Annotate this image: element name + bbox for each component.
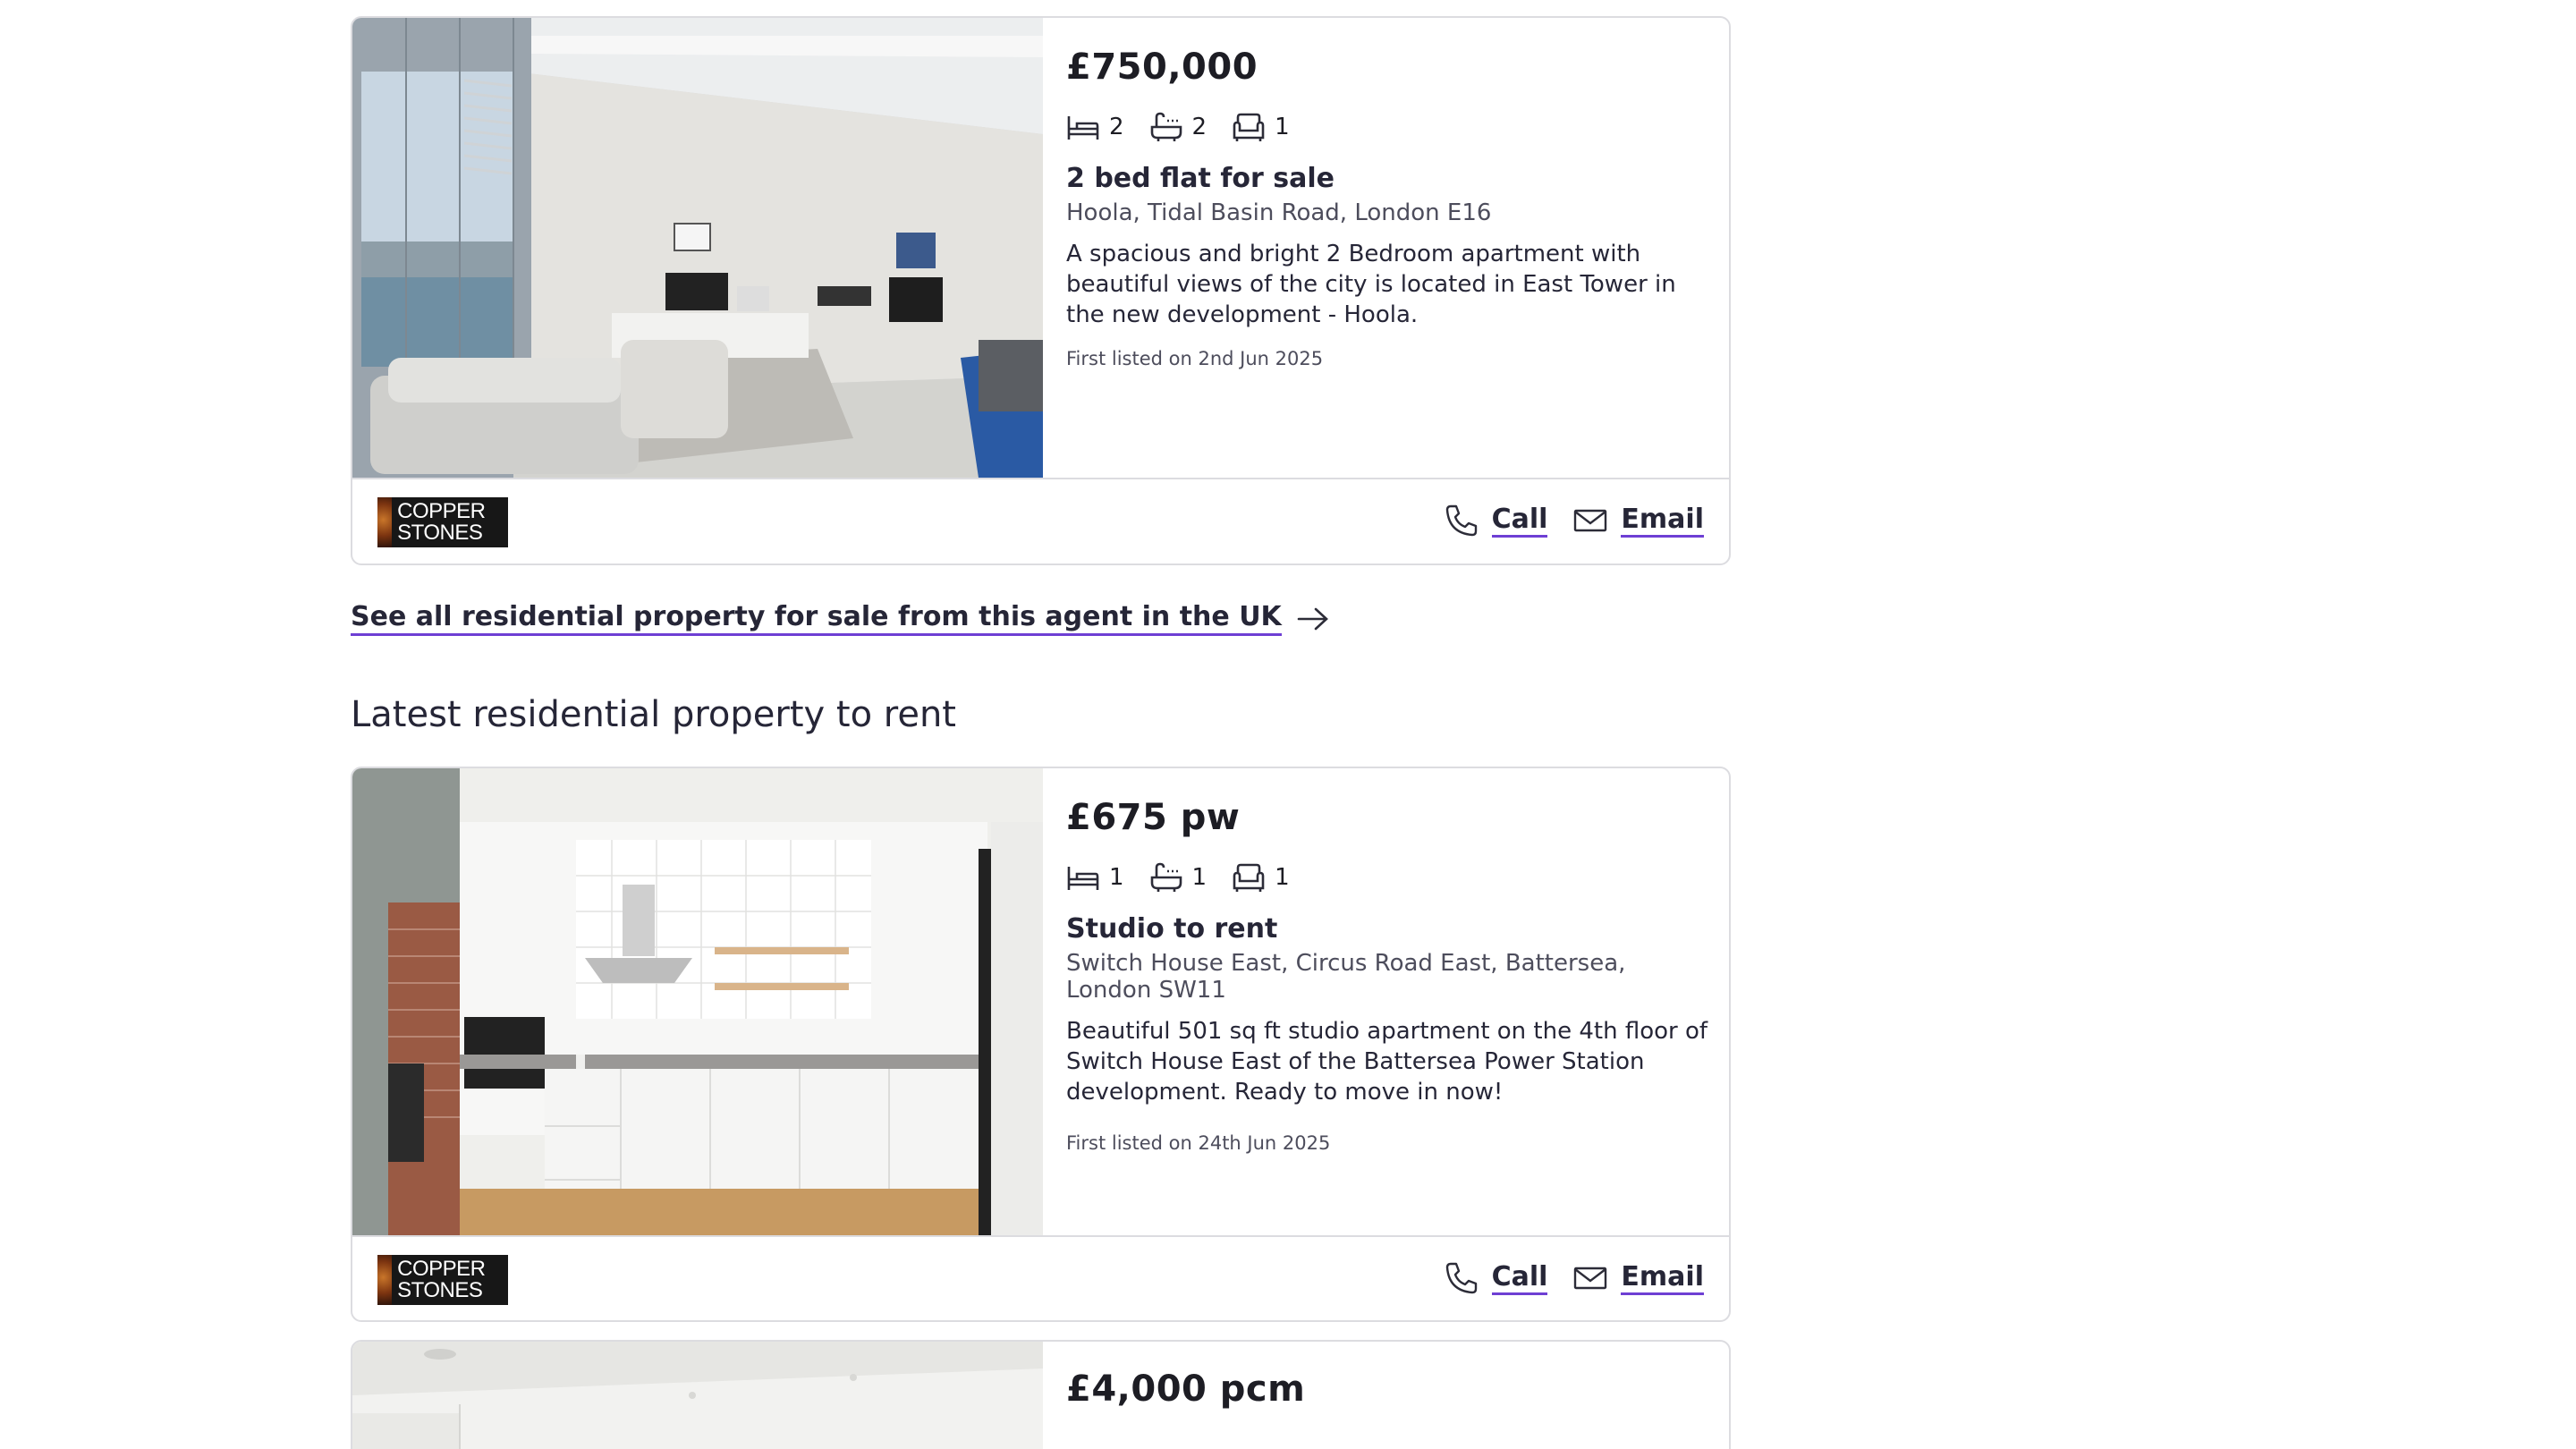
property-card[interactable]: £750,000 2 2 1 2 bed flat for sale Hoola…	[351, 16, 1731, 565]
baths-count: 2	[1191, 114, 1208, 140]
email-label: Email	[1621, 1261, 1704, 1295]
property-address: Switch House East, Circus Road East, Bat…	[1066, 950, 1626, 1004]
property-price: £675 pw	[1066, 797, 1241, 838]
property-price: £750,000	[1066, 47, 1258, 88]
agent-logo[interactable]: COPPER STONES	[377, 497, 508, 547]
phone-icon	[1445, 1262, 1477, 1294]
agent-logo-mark	[377, 1255, 393, 1305]
baths-feature: 1	[1149, 861, 1208, 894]
see-all-agent-link[interactable]: See all residential property for sale fr…	[351, 601, 1330, 636]
see-all-agent-label: See all residential property for sale fr…	[351, 601, 1282, 636]
listed-date: First listed on 2nd Jun 2025	[1066, 348, 1324, 369]
phone-icon	[1445, 504, 1477, 537]
kitchen-photo	[352, 768, 1043, 1235]
call-label: Call	[1491, 1261, 1548, 1295]
bath-icon	[1150, 862, 1182, 892]
property-card[interactable]: £675 pw 1 1 1 Studio to rent Switch Hous…	[351, 767, 1731, 1322]
living-room-photo	[352, 18, 1043, 478]
email-button[interactable]: Email	[1572, 1260, 1704, 1296]
contact-actions: Call Email	[1444, 1260, 1704, 1296]
bed-icon	[1067, 116, 1099, 140]
beds-count: 2	[1109, 114, 1124, 140]
receptions-feature: 1	[1232, 111, 1290, 143]
card-footer: COPPER STONES Call Email	[352, 1235, 1729, 1320]
receptions-count: 1	[1275, 114, 1290, 140]
property-features: 2 2 1	[1066, 111, 1711, 143]
property-card[interactable]: £4,000 pcm	[351, 1340, 1731, 1449]
property-title[interactable]: 2 bed flat for sale	[1066, 163, 1711, 194]
bath-icon	[1150, 112, 1182, 141]
beds-feature: 1	[1066, 861, 1124, 894]
sofa-icon	[1233, 863, 1265, 892]
property-photo[interactable]	[352, 18, 1043, 478]
contact-actions: Call Email	[1444, 503, 1704, 538]
bed-icon	[1067, 867, 1099, 890]
agent-logo-mark	[377, 497, 393, 547]
agent-logo-text: COPPER STONES	[397, 1257, 486, 1302]
listed-date: First listed on 24th Jun 2025	[1066, 1132, 1331, 1154]
property-price: £4,000 pcm	[1066, 1368, 1306, 1410]
sofa-icon	[1233, 113, 1265, 141]
baths-feature: 2	[1149, 111, 1208, 143]
card-footer: COPPER STONES Call Email	[352, 478, 1729, 564]
property-title[interactable]: Studio to rent	[1066, 913, 1711, 945]
call-button[interactable]: Call	[1444, 503, 1548, 538]
mail-icon	[1574, 1267, 1607, 1290]
interior-photo	[352, 1342, 1043, 1449]
email-button[interactable]: Email	[1572, 503, 1704, 538]
property-description: A spacious and bright 2 Bedroom apartmen…	[1066, 241, 1676, 328]
property-description: Beautiful 501 sq ft studio apartment on …	[1066, 1018, 1708, 1106]
call-label: Call	[1491, 504, 1548, 538]
property-photo[interactable]	[352, 1342, 1043, 1449]
property-features: 1 1 1	[1066, 861, 1711, 894]
mail-icon	[1574, 509, 1607, 532]
property-info[interactable]: £675 pw 1 1 1 Studio to rent Switch Hous…	[1066, 768, 1711, 1154]
property-address: Hoola, Tidal Basin Road, London E16	[1066, 199, 1492, 226]
property-info[interactable]: £750,000 2 2 1 2 bed flat for sale Hoola…	[1066, 18, 1711, 369]
beds-feature: 2	[1066, 111, 1124, 143]
baths-count: 1	[1191, 864, 1208, 891]
email-label: Email	[1621, 504, 1704, 538]
receptions-feature: 1	[1232, 861, 1290, 894]
property-info[interactable]: £4,000 pcm	[1066, 1342, 1711, 1410]
receptions-count: 1	[1275, 864, 1290, 891]
property-photo[interactable]	[352, 768, 1043, 1235]
agent-logo[interactable]: COPPER STONES	[377, 1255, 508, 1305]
call-button[interactable]: Call	[1444, 1260, 1548, 1296]
agent-logo-text: COPPER STONES	[397, 499, 486, 545]
rent-section-title: Latest residential property to rent	[351, 694, 956, 735]
arrow-right-icon	[1297, 607, 1328, 630]
beds-count: 1	[1109, 864, 1124, 891]
